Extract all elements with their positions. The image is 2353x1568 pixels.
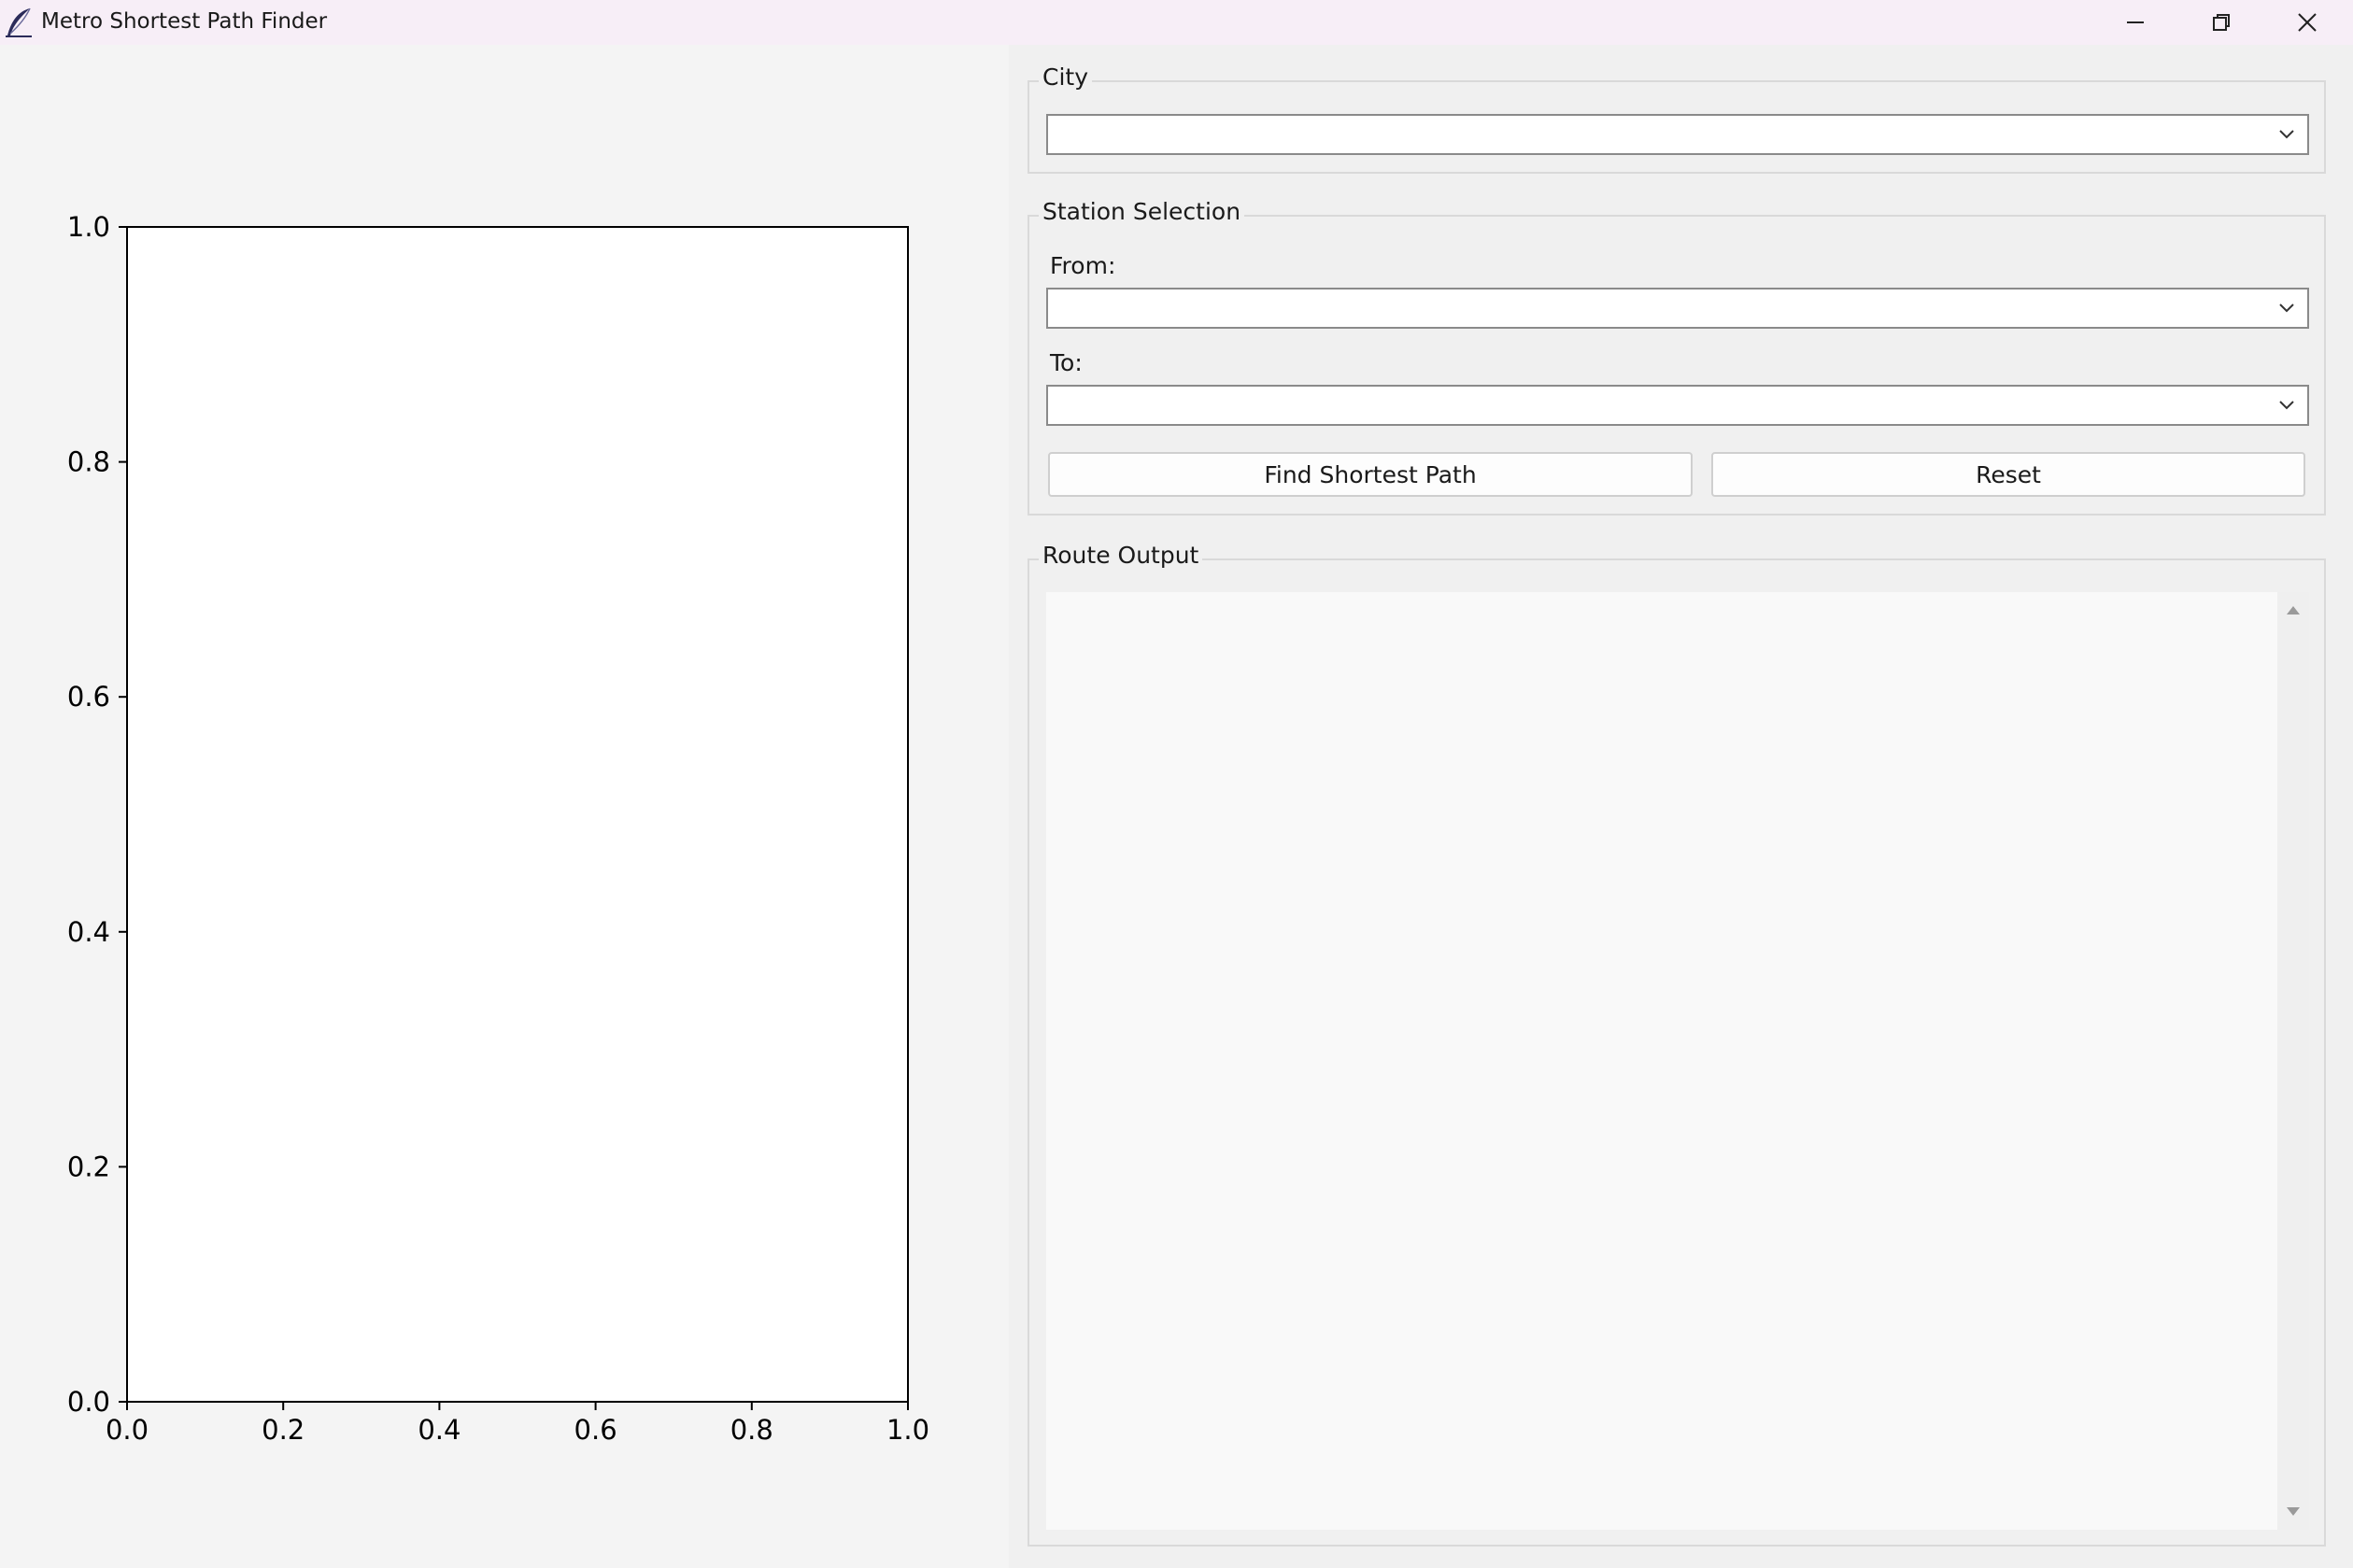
reset-button[interactable]: Reset <box>1711 452 2305 497</box>
plot-axes-frame <box>126 226 909 1403</box>
from-label: From: <box>1050 252 1116 279</box>
window-title: Metro Shortest Path Finder <box>41 9 328 34</box>
restore-icon <box>2213 14 2230 31</box>
title-bar: Metro Shortest Path Finder <box>0 0 2353 45</box>
scroll-up-icon[interactable] <box>2285 603 2302 616</box>
y-tick-label: 0.0 <box>67 1386 110 1418</box>
y-tick-label: 1.0 <box>67 211 110 243</box>
minimize-button[interactable] <box>2092 0 2178 45</box>
plot-canvas[interactable]: 0.0 0.2 0.4 0.6 0.8 1.0 0.0 0.2 0.4 0.6 0.8 1.0 <box>0 45 1009 1568</box>
close-icon <box>2298 13 2317 32</box>
station-selection-label: Station Selection <box>1039 198 1245 225</box>
city-combobox[interactable] <box>1046 114 2309 155</box>
chevron-down-icon <box>2279 304 2294 313</box>
y-tick-label: 0.2 <box>67 1151 110 1182</box>
y-tick-label: 0.6 <box>67 681 110 713</box>
network-plot: 0.0 0.2 0.4 0.6 0.8 1.0 0.0 0.2 0.4 0.6 0.8 1.0 <box>67 211 929 1446</box>
x-tick-label: 0.8 <box>730 1414 773 1446</box>
x-tick-label: 1.0 <box>886 1414 929 1446</box>
restore-button[interactable] <box>2178 0 2264 45</box>
y-tick-label: 0.8 <box>67 446 110 478</box>
city-group-label: City <box>1039 64 1092 91</box>
to-label: To: <box>1050 349 1083 376</box>
route-output-label: Route Output <box>1039 542 1203 569</box>
control-panel: City Station Selection From: To: Find Sh… <box>1009 45 2353 1568</box>
from-station-combobox[interactable] <box>1046 288 2309 329</box>
to-station-combobox[interactable] <box>1046 385 2309 426</box>
feather-icon <box>6 7 32 37</box>
x-tick-label: 0.0 <box>106 1414 149 1446</box>
x-tick-label: 0.2 <box>262 1414 305 1446</box>
chevron-down-icon <box>2279 130 2294 139</box>
output-scrollbar[interactable] <box>2277 592 2309 1530</box>
y-tick-label: 0.4 <box>67 916 110 948</box>
route-output-textbox[interactable] <box>1046 592 2277 1530</box>
x-tick-label: 0.4 <box>418 1414 461 1446</box>
x-tick-label: 0.6 <box>574 1414 617 1446</box>
scroll-down-icon[interactable] <box>2285 1505 2302 1519</box>
chevron-down-icon <box>2279 401 2294 410</box>
minimize-icon <box>2127 21 2144 23</box>
find-shortest-path-button[interactable]: Find Shortest Path <box>1048 452 1693 497</box>
close-button[interactable] <box>2264 0 2350 45</box>
